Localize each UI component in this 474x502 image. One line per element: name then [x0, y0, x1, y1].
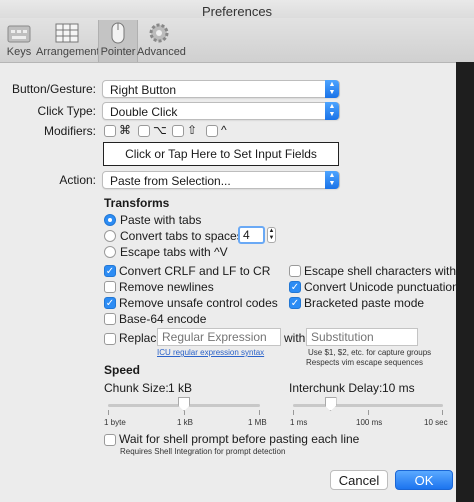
toolbar-pointer[interactable]: Pointer — [98, 20, 138, 62]
toolbar-pointer-label: Pointer — [100, 46, 136, 58]
toolbar-advanced[interactable]: Advanced — [137, 20, 186, 62]
with-label: with — [284, 331, 306, 345]
delay-tick — [368, 410, 369, 415]
modifier-option-label: ⌥ — [153, 123, 167, 137]
action-popup[interactable]: Paste from Selection... ▲ ▼ — [102, 171, 340, 189]
click-type-value: Double Click — [110, 105, 178, 119]
vim-escape-hint: Respects vim escape sequences — [306, 358, 423, 367]
spaces-count-field[interactable]: 4 — [238, 226, 265, 244]
toolbar-arrangements-label: Arrangements — [36, 46, 106, 58]
base64-checkbox[interactable] — [104, 313, 116, 325]
click-type-popup[interactable]: Double Click ▲ ▼ — [102, 102, 340, 120]
gear-icon — [146, 22, 172, 44]
chunk-size-slider-knob[interactable] — [178, 397, 190, 411]
modifiers-label: Modifiers: — [43, 124, 96, 138]
ok-button[interactable]: OK — [395, 470, 453, 490]
interchunk-delay-label: Interchunk Delay: — [289, 381, 383, 395]
keyboard-icon — [6, 22, 32, 44]
base64-label: Base-64 encode — [119, 312, 207, 326]
chevron-updown-icon: ▲ ▼ — [325, 102, 339, 120]
transforms-heading: Transforms — [104, 196, 170, 210]
chevron-updown-icon: ▲ ▼ — [325, 171, 339, 189]
escape-tabs-radio[interactable] — [104, 246, 116, 258]
icu-syntax-link[interactable]: ICU regular expression syntax — [157, 348, 264, 357]
remove-newlines-checkbox[interactable] — [104, 281, 116, 293]
toolbar-keys-label: Keys — [6, 46, 32, 58]
convert-crlf-label: Convert CRLF and LF to CR — [119, 264, 271, 278]
toolbar-advanced-label: Advanced — [137, 46, 186, 58]
wait-prompt-label: Wait for shell prompt before pasting eac… — [119, 432, 360, 446]
mouse-icon — [105, 22, 131, 44]
speed-heading: Speed — [104, 363, 141, 377]
convert-unicode-checkbox[interactable]: ✓ — [289, 281, 301, 293]
escape-shell-checkbox[interactable] — [289, 265, 301, 277]
modifier-option-checkbox[interactable] — [138, 125, 150, 137]
bracketed-paste-checkbox[interactable]: ✓ — [289, 297, 301, 309]
grid-icon — [54, 22, 80, 44]
escape-shell-label: Escape shell characters with \ — [304, 264, 463, 278]
delay-tick-label-max: 10 sec — [424, 418, 448, 427]
regex-input[interactable] — [157, 328, 281, 346]
spaces-stepper[interactable]: ▲ ▼ — [267, 227, 276, 243]
convert-tabs-label: Convert tabs to spaces: — [120, 229, 247, 243]
remove-newlines-label: Remove newlines — [119, 280, 214, 294]
chunk-tick-label-min: 1 byte — [104, 418, 126, 427]
chunk-tick — [259, 410, 260, 415]
background-terminal — [456, 62, 474, 502]
convert-tabs-radio[interactable] — [104, 230, 116, 242]
chunk-tick — [108, 410, 109, 415]
modifier-shift-checkbox[interactable] — [172, 125, 184, 137]
modifier-command-checkbox[interactable] — [104, 125, 116, 137]
modifier-shift-label: ⇧ — [187, 123, 198, 137]
preferences-window: Preferences Keys Arrangements Pointer Ad… — [0, 0, 474, 502]
button-gesture-popup[interactable]: Right Button ▲ ▼ — [102, 80, 340, 98]
action-value: Paste from Selection... — [110, 174, 231, 188]
paste-with-tabs-label: Paste with tabs — [120, 213, 202, 227]
capture-groups-hint: Use $1, $2, etc. for capture groups — [308, 348, 432, 357]
bracketed-paste-label: Bracketed paste mode — [304, 296, 425, 310]
modifier-control-label: ^ — [221, 123, 227, 137]
chevron-updown-icon: ▲ ▼ — [325, 80, 339, 98]
button-gesture-value: Right Button — [110, 83, 177, 97]
chunk-tick-label-mid: 1 kB — [177, 418, 194, 427]
interchunk-delay-slider-knob[interactable] — [324, 397, 337, 411]
toolbar: Keys Arrangements Pointer Advanced — [0, 18, 474, 63]
button-gesture-label: Button/Gesture: — [11, 82, 96, 96]
set-input-fields-button[interactable]: Click or Tap Here to Set Input Fields — [103, 142, 339, 166]
click-type-label: Click Type: — [37, 104, 96, 118]
escape-tabs-label: Escape tabs with ^V — [120, 245, 228, 259]
chunk-size-value: 1 kB — [168, 381, 193, 395]
delay-tick — [293, 410, 294, 415]
toolbar-keys[interactable]: Keys — [4, 20, 34, 62]
cancel-button[interactable]: Cancel — [330, 470, 388, 490]
delay-tick — [442, 410, 443, 415]
chunk-tick-label-max: 1 MB — [248, 418, 267, 427]
paste-with-tabs-radio[interactable] — [104, 214, 116, 226]
delay-tick-label-mid: 100 ms — [356, 418, 383, 427]
convert-unicode-label: Convert Unicode punctuation — [304, 280, 459, 294]
modifier-control-checkbox[interactable] — [206, 125, 218, 137]
remove-unsafe-label: Remove unsafe control codes — [119, 296, 278, 310]
interchunk-delay-slider-track[interactable] — [293, 404, 443, 407]
wait-prompt-checkbox[interactable] — [104, 434, 116, 446]
shell-integration-hint: Requires Shell Integration for prompt de… — [120, 447, 286, 456]
convert-crlf-checkbox[interactable]: ✓ — [104, 265, 116, 277]
toolbar-arrangements[interactable]: Arrangements — [36, 20, 106, 62]
substitution-input[interactable] — [306, 328, 418, 346]
interchunk-delay-value: 10 ms — [382, 381, 415, 395]
action-label: Action: — [59, 173, 96, 187]
replace-checkbox[interactable] — [104, 333, 116, 345]
modifier-command-label: ⌘ — [119, 123, 131, 137]
remove-unsafe-checkbox[interactable]: ✓ — [104, 297, 116, 309]
delay-tick-label-min: 1 ms — [290, 418, 308, 427]
chunk-size-label: Chunk Size: — [104, 381, 169, 395]
